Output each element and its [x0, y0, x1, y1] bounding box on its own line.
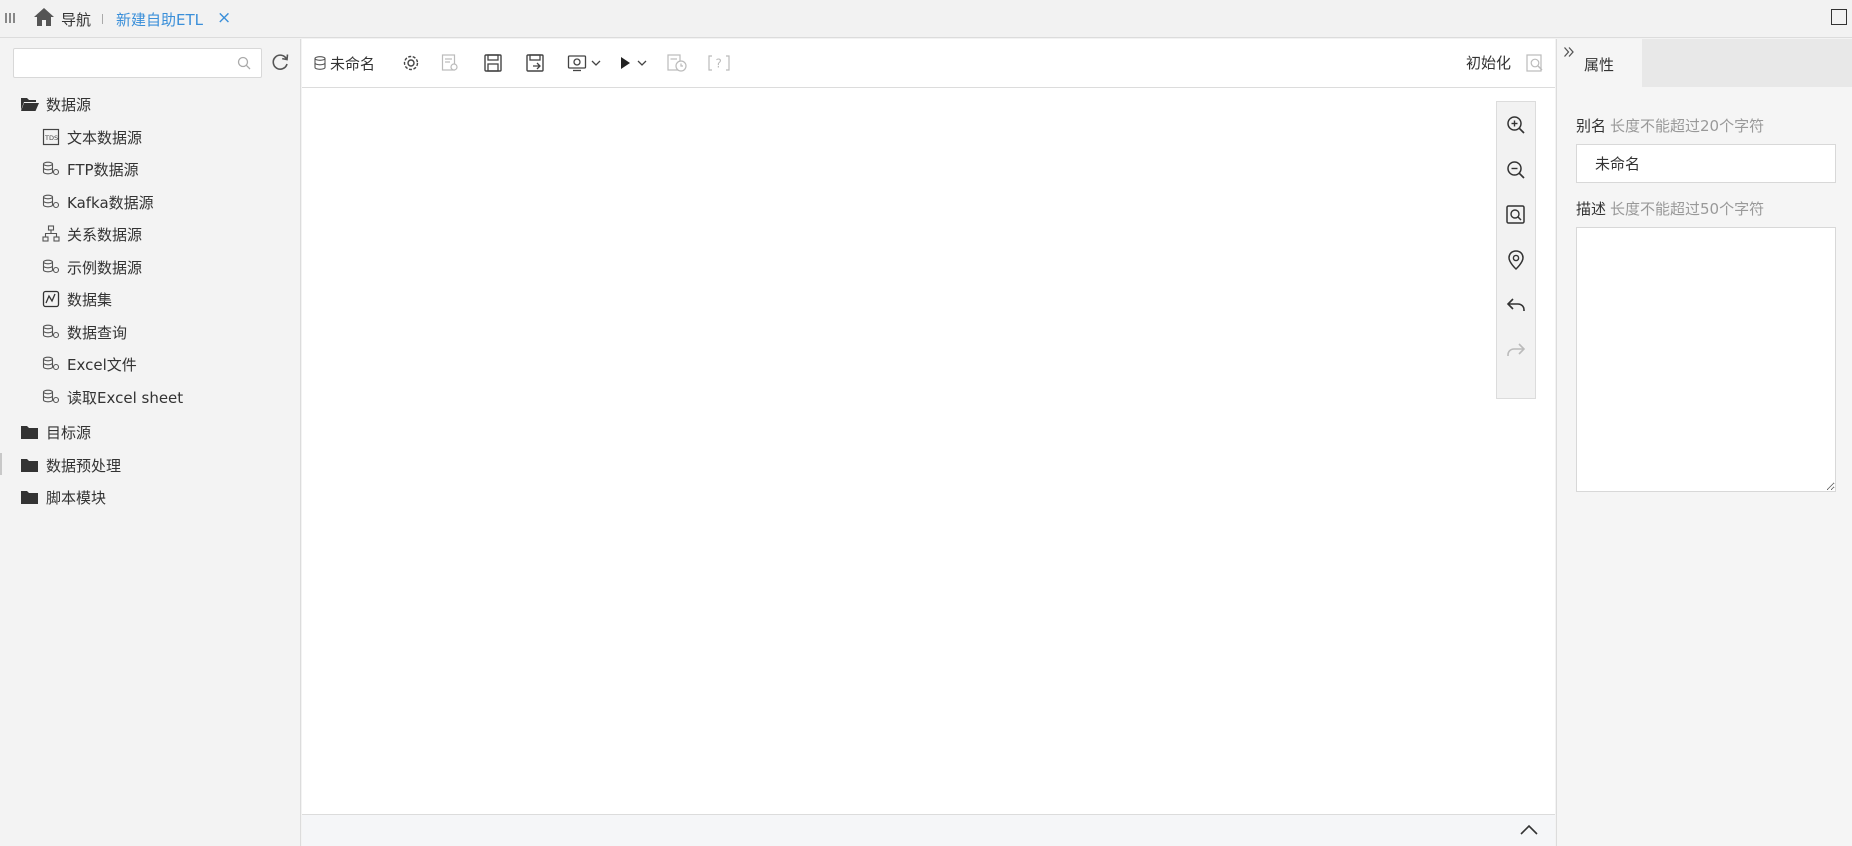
redo-icon[interactable] — [1505, 339, 1527, 361]
toolbar: 未命名 ? 初始化 — [302, 39, 1555, 88]
initialize-button[interactable]: 初始化 — [1466, 52, 1511, 73]
close-icon[interactable]: × — [217, 8, 231, 28]
divider — [102, 14, 103, 24]
database-icon — [314, 56, 326, 70]
etl-name-button[interactable]: 未命名 — [314, 52, 375, 74]
schedule-button[interactable] — [666, 52, 688, 74]
home-icon[interactable] — [33, 7, 55, 27]
tree-item-text-source[interactable]: TDS 文本数据源 — [42, 125, 142, 149]
nav-link[interactable]: 导航 — [61, 9, 91, 30]
scroll-marker — [0, 453, 2, 475]
save-button[interactable] — [483, 52, 503, 74]
document-settings-icon — [441, 54, 458, 71]
tab-properties[interactable]: 属性 — [1557, 39, 1642, 87]
database-link-icon — [42, 389, 60, 404]
description-field-label: 描述 长度不能超过50个字符 — [1576, 200, 1765, 218]
search-icon[interactable] — [237, 56, 251, 70]
tree-item-kafka-source[interactable]: Kafka数据源 — [42, 190, 154, 214]
canvas-controls — [1496, 101, 1536, 399]
description-textarea[interactable] — [1576, 227, 1836, 492]
editor-area: 未命名 ? 初始化 — [302, 39, 1555, 846]
run-dropdown-button[interactable] — [619, 52, 648, 74]
help-button[interactable]: ? — [707, 52, 731, 74]
search-box — [13, 48, 262, 78]
flow-canvas[interactable] — [302, 89, 1555, 814]
component-tree-panel: 数据源 TDS 文本数据源 FTP数据源 Kafka数据源 关系数据源 示例数据… — [0, 39, 301, 846]
save-as-button[interactable] — [525, 52, 545, 74]
properties-header: 属性 — [1557, 39, 1852, 87]
monitor-settings-icon — [567, 55, 587, 72]
database-link-icon — [42, 356, 60, 371]
database-link-icon — [42, 194, 60, 209]
folder-icon — [21, 426, 38, 439]
tree-item-relational-source[interactable]: 关系数据源 — [42, 222, 142, 246]
save-as-icon — [526, 54, 544, 72]
tree-item-ftp-source[interactable]: FTP数据源 — [42, 157, 139, 181]
database-link-icon — [42, 259, 60, 274]
undo-icon[interactable] — [1505, 294, 1527, 316]
save-icon — [484, 54, 502, 72]
relation-icon — [42, 225, 60, 242]
folder-icon — [21, 459, 38, 472]
chevron-down-icon — [591, 60, 601, 66]
top-bar: 导航 新建自助ETL × — [0, 0, 1852, 38]
inspect-button[interactable] — [1525, 52, 1545, 74]
svg-text:TDS: TDS — [44, 134, 58, 142]
properties-button[interactable] — [440, 52, 460, 74]
bottom-panel-bar — [302, 814, 1555, 846]
schedule-icon — [667, 54, 687, 72]
tree-folder-datasource[interactable]: 数据源 — [20, 92, 91, 116]
chevron-down-icon — [637, 60, 647, 66]
properties-panel: 属性 别名长度不能超过20个字符 描述长度不能超过50个字符 — [1556, 39, 1852, 846]
dataset-icon — [42, 290, 60, 308]
gear-icon — [403, 55, 419, 71]
text-source-icon: TDS — [42, 128, 60, 146]
database-link-icon — [42, 161, 60, 176]
maximize-icon[interactable] — [1831, 9, 1847, 25]
tree-item-sample-source[interactable]: 示例数据源 — [42, 255, 142, 279]
settings-button[interactable] — [401, 52, 421, 74]
tree-folder-script[interactable]: 脚本模块 — [20, 485, 106, 509]
fit-view-icon[interactable] — [1505, 204, 1527, 226]
alias-input[interactable] — [1576, 144, 1836, 183]
tree-item-dataset[interactable]: 数据集 — [42, 287, 112, 311]
zoom-in-icon[interactable] — [1505, 114, 1527, 136]
chevron-up-icon[interactable] — [1519, 823, 1539, 837]
folder-open-icon — [21, 98, 39, 111]
zoom-out-icon[interactable] — [1505, 159, 1527, 181]
search-input[interactable] — [14, 49, 224, 77]
alias-field-label: 别名 长度不能超过20个字符 — [1576, 117, 1765, 135]
database-link-icon — [42, 324, 60, 339]
menu-icon[interactable] — [4, 10, 16, 26]
inspect-icon — [1526, 54, 1543, 72]
help-icon: ? — [708, 55, 730, 71]
tab-new-etl[interactable]: 新建自助ETL — [116, 9, 203, 30]
svg-text:?: ? — [716, 57, 722, 71]
folder-icon — [21, 491, 38, 504]
refresh-icon[interactable] — [270, 52, 290, 72]
tree-item-excel-sheet[interactable]: 读取Excel sheet — [42, 385, 183, 409]
play-icon — [621, 57, 630, 69]
tree-item-excel-file[interactable]: Excel文件 — [42, 352, 137, 376]
tree-item-data-query[interactable]: 数据查询 — [42, 320, 127, 344]
double-chevron-right-icon[interactable] — [1563, 46, 1575, 58]
tree-folder-target[interactable]: 目标源 — [20, 420, 91, 444]
preview-dropdown-button[interactable] — [567, 52, 602, 74]
locate-icon[interactable] — [1505, 249, 1527, 271]
tree-folder-preprocess[interactable]: 数据预处理 — [20, 453, 121, 477]
